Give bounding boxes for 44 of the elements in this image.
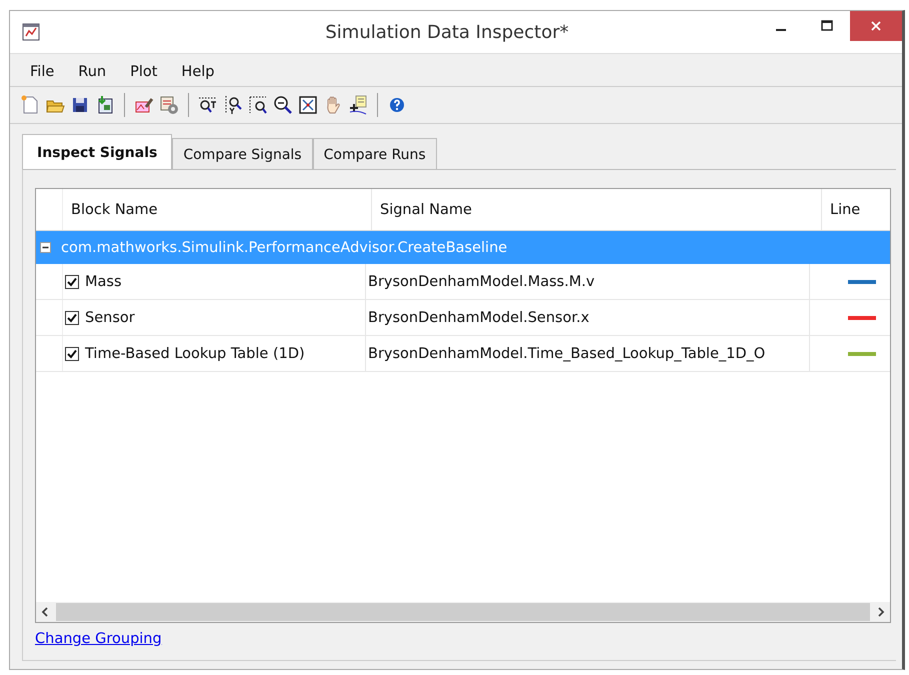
column-header[interactable]: Line [822,189,890,230]
change-grouping-link[interactable]: Change Grouping [35,631,162,647]
block-name: Sensor [85,310,135,326]
line-color-swatch[interactable] [848,352,876,356]
scroll-right-icon[interactable] [876,607,886,617]
window-title: Simulation Data Inspector* [325,22,569,43]
tab[interactable]: Compare Signals [172,138,313,169]
zoom-out-icon[interactable] [273,95,293,115]
close-button[interactable] [850,11,902,41]
minimize-icon [776,29,786,31]
help-icon[interactable] [387,95,407,115]
zoom-time-icon[interactable] [198,95,218,115]
maximize-icon [821,20,833,32]
block-name: Time-Based Lookup Table (1D) [85,346,305,362]
zoom-y-icon[interactable] [223,95,243,115]
menu-item[interactable]: File [18,62,66,82]
checkbox[interactable] [65,346,79,360]
chart-icon [22,23,40,41]
group-label: com.mathworks.Simulink.PerformanceAdvisor.CreateBaseline [61,240,508,256]
line-color-swatch[interactable] [848,316,876,320]
menu-item[interactable]: Help [169,62,226,82]
menu-item[interactable]: Plot [118,62,170,82]
tab[interactable]: Compare Runs [312,138,437,169]
signal-name: BrysonDenhamModel.Sensor.x [368,310,590,326]
fit-to-view-icon[interactable] [298,95,318,115]
signal-name: BrysonDenhamModel.Time_Based_Lookup_Table_1D_O [368,346,766,362]
close-icon [870,20,882,32]
signal-name: BrysonDenhamModel.Mass.M.v [368,274,595,290]
checkbox[interactable] [65,274,79,288]
tab[interactable]: Inspect Signals [22,134,172,169]
line-color-swatch[interactable] [848,280,876,284]
column-header[interactable]: Signal Name [372,189,822,230]
block-name: Mass [85,274,122,290]
settings-icon[interactable] [159,95,179,115]
column-header[interactable]: Block Name [63,189,372,230]
new-file-icon[interactable] [20,95,40,115]
zoom-area-icon[interactable] [248,95,268,115]
save-icon[interactable] [70,95,90,115]
menu-item[interactable]: Run [66,62,118,82]
collapse-icon[interactable] [40,242,51,253]
chart-edit-icon[interactable] [134,95,154,115]
data-cursor-icon[interactable] [348,95,368,115]
scroll-left-icon[interactable] [40,607,50,617]
checkbox[interactable] [65,310,79,324]
